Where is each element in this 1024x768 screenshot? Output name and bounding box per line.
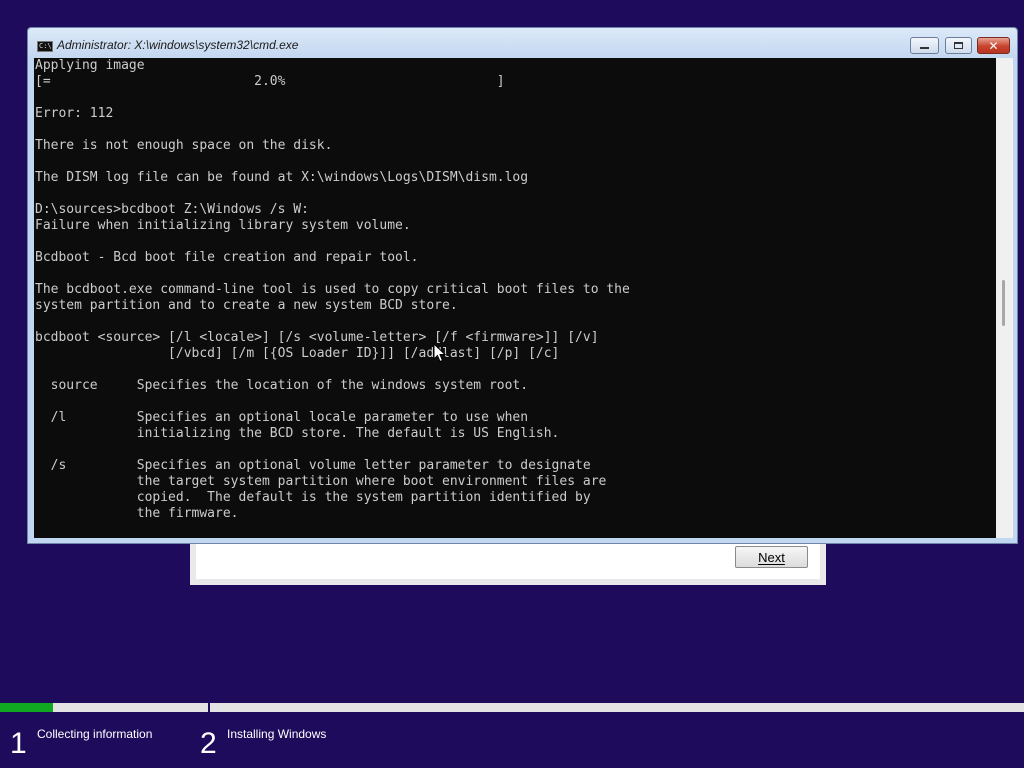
step-label: Collecting information — [37, 727, 153, 741]
window-title: Administrator: X:\windows\system32\cmd.e… — [57, 38, 299, 52]
mouse-pointer-icon — [433, 343, 447, 363]
cmd-icon[interactable]: C:\ — [37, 41, 53, 52]
close-button[interactable]: ✕ — [977, 37, 1010, 54]
cmd-window: C:\ Administrator: X:\windows\system32\c… — [27, 27, 1018, 544]
setup-progress-bar — [0, 703, 1024, 712]
minimize-button[interactable] — [910, 37, 939, 54]
scrollbar-thumb[interactable] — [1002, 280, 1005, 326]
console-output[interactable]: Applying image [= 2.0% ] Error: 112 Ther… — [34, 58, 996, 538]
cmd-titlebar[interactable]: C:\ Administrator: X:\windows\system32\c… — [28, 28, 1017, 58]
minimize-icon — [920, 46, 929, 49]
maximize-icon — [954, 42, 963, 49]
maximize-button[interactable] — [945, 37, 972, 54]
step-label: Installing Windows — [227, 727, 327, 741]
console-text: Applying image [= 2.0% ] Error: 112 Ther… — [35, 58, 630, 521]
console-scrollbar[interactable] — [996, 58, 1013, 538]
step-number: 1 — [10, 727, 27, 760]
setup-progress-fill — [0, 703, 54, 712]
close-icon: ✕ — [988, 38, 999, 53]
step-number: 2 — [200, 727, 217, 760]
next-button[interactable]: Next — [735, 546, 808, 568]
progress-step-divider — [208, 703, 210, 712]
